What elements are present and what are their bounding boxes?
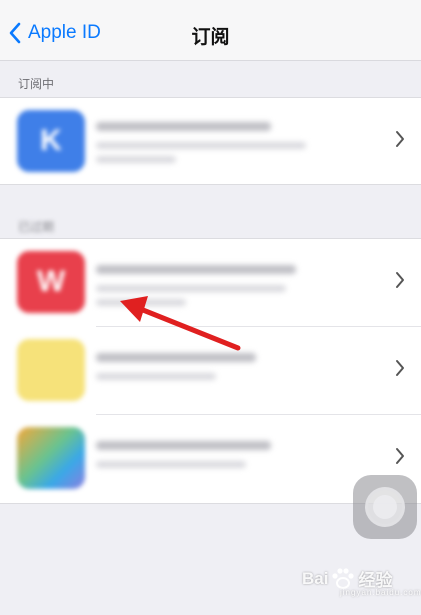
watermark: Bai 经验 jingyan.baidu.com <box>302 566 420 597</box>
watermark-brand-a: Bai <box>302 568 329 588</box>
blurred-app-title <box>96 441 271 450</box>
paw-icon <box>332 567 355 589</box>
active-subscriptions-group: K <box>0 97 421 185</box>
blurred-app-detail <box>96 285 286 292</box>
app-icon <box>17 339 85 401</box>
blurred-app-detail <box>96 142 306 149</box>
blurred-app-detail <box>96 461 246 468</box>
page-title: 订阅 <box>191 27 230 48</box>
blurred-app-title <box>96 122 271 131</box>
assistive-touch-core <box>373 495 397 519</box>
section-header-active: 订阅中 <box>18 77 55 91</box>
app-icon <box>17 427 85 489</box>
blurred-app-title <box>96 265 296 274</box>
assistive-touch-button[interactable] <box>353 475 417 539</box>
chevron-right-icon <box>395 271 405 289</box>
app-icon: K <box>17 110 85 172</box>
navigation-bar: Apple ID 订阅 <box>0 0 421 61</box>
watermark-url: jingyan.baidu.com <box>340 588 421 597</box>
chevron-right-icon <box>395 130 405 148</box>
app-icon: W <box>17 251 85 313</box>
chevron-right-icon <box>395 447 405 465</box>
chevron-right-icon <box>395 359 405 377</box>
subscription-row[interactable] <box>0 327 421 415</box>
blurred-app-title <box>96 353 256 362</box>
subscription-row[interactable]: K <box>0 98 421 184</box>
expired-subscriptions-group: W <box>0 238 421 504</box>
blurred-app-detail <box>96 373 216 380</box>
subscription-row[interactable]: W <box>0 239 421 327</box>
blurred-app-price <box>96 156 176 163</box>
section-header-expired: 已过期 <box>18 220 55 234</box>
blurred-app-price <box>96 299 186 306</box>
